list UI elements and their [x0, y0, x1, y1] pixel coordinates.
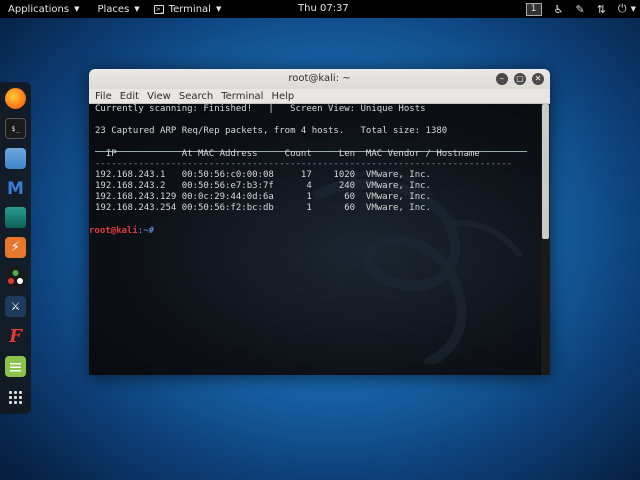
window-title: root@kali: ~: [288, 73, 351, 84]
maltego-glyph: [8, 270, 23, 284]
terminal-window: root@kali: ~ – ▢ ✕ File Edit View Search…: [89, 69, 550, 375]
table-row: 192.168.243.129 00:0c:29:44:0d:6a 1 60 V…: [95, 192, 431, 202]
notes-icon[interactable]: [5, 356, 26, 377]
scan-status-line: Currently scanning: Finished! | Screen V…: [95, 104, 426, 114]
network-icon[interactable]: ⇅: [597, 3, 606, 16]
caret-down-icon: ▼: [74, 5, 80, 13]
terminal-app-menu[interactable]: >_ Terminal ▼: [150, 0, 226, 18]
notes-glyph: [10, 362, 21, 371]
table-row: 192.168.243.2 00:50:56:e7:b3:7f 4 240 VM…: [95, 181, 431, 191]
close-button[interactable]: ✕: [532, 73, 544, 85]
scrollbar-thumb[interactable]: [542, 104, 549, 239]
settings-icon[interactable]: ✎: [575, 3, 584, 16]
faraday-icon[interactable]: F: [5, 326, 26, 347]
maltego-icon[interactable]: [5, 267, 26, 288]
menu-edit[interactable]: Edit: [120, 91, 139, 102]
menu-help[interactable]: Help: [271, 91, 294, 102]
power-icon[interactable]: ⏻: [618, 2, 627, 16]
show-apps-icon[interactable]: [5, 387, 26, 408]
places-menu[interactable]: Places ▼: [93, 0, 143, 18]
prompt-user: root@kali: [89, 226, 138, 236]
capture-summary-line: 23 Captured ARP Req/Rep packets, from 4 …: [95, 126, 448, 136]
prompt-path: :~#: [137, 226, 155, 236]
places-label: Places: [97, 3, 130, 15]
terminal-icon[interactable]: $_: [5, 118, 26, 139]
terminal-scrollbar[interactable]: [541, 104, 550, 375]
terminal-app-label: Terminal: [168, 3, 211, 15]
menu-search[interactable]: Search: [179, 91, 213, 102]
table-row: 192.168.243.254 00:50:56:f2:bc:db 1 60 V…: [95, 203, 431, 213]
terminal-output[interactable]: Currently scanning: Finished! | Screen V…: [89, 104, 541, 375]
beef-icon[interactable]: ⚔: [5, 296, 26, 317]
applications-menu[interactable]: Applications ▼: [4, 0, 83, 18]
maximize-button[interactable]: ▢: [514, 73, 526, 85]
caret-down-icon: ▼: [134, 5, 140, 13]
terminal-small-icon: >_: [153, 4, 164, 14]
armitage-icon[interactable]: [5, 207, 26, 228]
burpsuite-icon[interactable]: ⚡: [5, 237, 26, 258]
window-menubar: File Edit View Search Terminal Help: [89, 89, 550, 104]
metasploit-icon[interactable]: M: [5, 178, 26, 199]
accessibility-icon[interactable]: ♿: [554, 3, 564, 16]
caret-down-icon[interactable]: ▼: [631, 5, 636, 13]
files-icon[interactable]: [5, 148, 26, 169]
firefox-icon[interactable]: [5, 88, 26, 109]
menu-view[interactable]: View: [147, 91, 171, 102]
dock: $_ M ⚡ ⚔ F: [0, 82, 31, 414]
workspace-indicator[interactable]: 1: [525, 2, 542, 16]
table-row: 192.168.243.1 00:50:56:c0:00:08 17 1020 …: [95, 170, 431, 180]
caret-down-icon: ▼: [215, 5, 222, 13]
system-tray: 1 ♿ ✎ ⇅ ⏻ ▼: [525, 0, 636, 18]
table-separator: ----------------------------------------…: [95, 159, 513, 169]
clock[interactable]: Thu 07:37: [298, 3, 349, 14]
shell-prompt: root@kali:~#: [89, 226, 154, 237]
menu-file[interactable]: File: [95, 91, 112, 102]
window-titlebar[interactable]: root@kali: ~ – ▢ ✕: [89, 69, 550, 89]
applications-label: Applications: [8, 3, 70, 15]
menu-terminal[interactable]: Terminal: [221, 91, 263, 102]
minimize-button[interactable]: –: [496, 73, 508, 85]
top-bar: Applications ▼ Places ▼ >_ Terminal ▼ Th…: [0, 0, 640, 18]
window-controls: – ▢ ✕: [496, 73, 544, 85]
